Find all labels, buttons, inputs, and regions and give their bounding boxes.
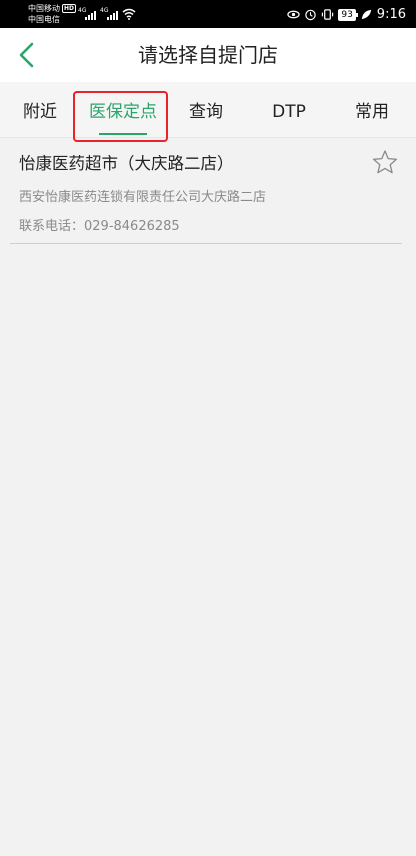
store-phone: 联系电话：029-84626285 [19, 219, 180, 234]
signal-2-icon: 4G [100, 7, 118, 20]
alarm-icon [305, 9, 317, 21]
highlight-annotation [73, 91, 168, 142]
carrier-info: 中国移动 HD 中国电信 [28, 3, 77, 25]
status-right: 93 9:16 [287, 7, 406, 22]
carrier-2-label: 中国电信 [28, 15, 60, 24]
leaf-icon [361, 9, 371, 20]
tab-dtp[interactable]: DTP [260, 82, 318, 138]
vibrate-icon [322, 9, 334, 20]
store-list-item[interactable]: 怡康医药超市（大庆路二店） 西安怡康医药连锁有限责任公司大庆路二店 联系电话：0… [10, 138, 402, 244]
tab-bar: 附近 医保定点 查询 DTP 常用 [0, 82, 416, 138]
page-title: 请选择自提门店 [138, 43, 278, 67]
tab-nearby[interactable]: 附近 [12, 82, 68, 138]
clock: 9:16 [376, 7, 406, 22]
back-arrow-icon[interactable] [14, 40, 40, 70]
tab-search[interactable]: 查询 [178, 82, 234, 138]
store-name: 怡康医药超市（大庆路二店） [19, 154, 234, 173]
hd-badge: HD [62, 4, 77, 13]
signal-indicators: 4G 4G [78, 7, 136, 20]
star-outline-icon[interactable] [372, 149, 398, 175]
status-bar: 中国移动 HD 中国电信 4G 4G 93 9:16 [0, 0, 416, 28]
carrier-1-label: 中国移动 [28, 4, 60, 13]
title-bar: 请选择自提门店 [0, 28, 416, 82]
wifi-icon [122, 8, 136, 20]
tab-frequent[interactable]: 常用 [344, 82, 400, 138]
eye-icon [287, 10, 301, 19]
battery-indicator: 93 [338, 8, 359, 21]
store-address: 西安怡康医药连锁有限责任公司大庆路二店 [19, 190, 267, 205]
signal-1-icon: 4G [78, 7, 96, 20]
